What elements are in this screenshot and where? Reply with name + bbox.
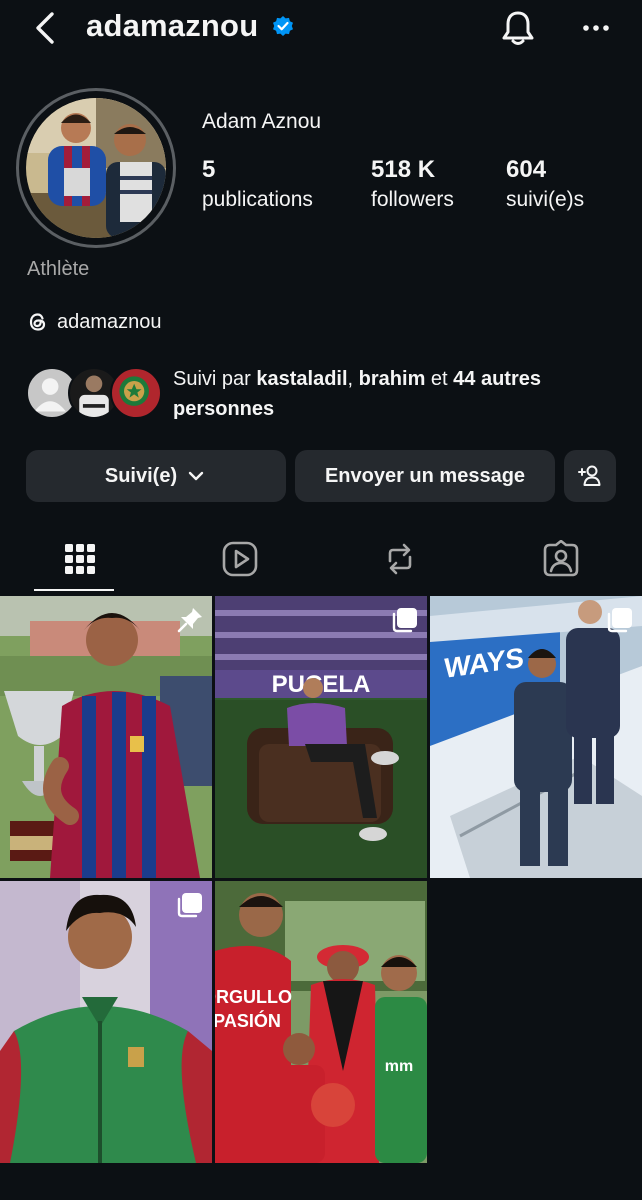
- more-icon[interactable]: [578, 14, 614, 42]
- bell-icon[interactable]: [498, 8, 538, 48]
- post-photo: WAYS: [430, 596, 642, 878]
- stat-following[interactable]: 604 suivi(e)s: [506, 156, 584, 212]
- tab-reposts[interactable]: [325, 528, 475, 590]
- reels-icon: [222, 541, 258, 577]
- avatar[interactable]: [26, 98, 166, 238]
- post-tile-2[interactable]: PUCELA: [215, 596, 427, 878]
- stat-followers-label: followers: [371, 188, 454, 211]
- message-button[interactable]: Envoyer un message: [295, 450, 555, 502]
- post-tile-5[interactable]: ORGULLO PASIÓN mm: [215, 881, 427, 1163]
- following-button[interactable]: Suivi(e): [26, 450, 286, 502]
- stat-posts-label: publications: [202, 188, 313, 211]
- reposts-icon: [388, 543, 412, 575]
- stat-posts-value: 5: [202, 156, 216, 183]
- tab-grid[interactable]: [5, 528, 155, 590]
- profile-category: Athlète: [27, 258, 90, 280]
- followed-by-user-1: kastaladil: [256, 368, 348, 390]
- followed-by-user-2: brahim: [358, 368, 426, 390]
- post-tile-1[interactable]: [0, 596, 212, 878]
- suggest-people-button[interactable]: [564, 450, 616, 502]
- post-tile-3[interactable]: WAYS: [430, 596, 642, 878]
- post-photo: [0, 881, 212, 1163]
- followed-by-sep: ,: [347, 368, 359, 390]
- shirt-text-3: mm: [385, 1058, 413, 1075]
- shirt-text-1: ORGULLO: [215, 987, 292, 1007]
- threads-handle: adamaznou: [57, 310, 162, 333]
- tab-tagged[interactable]: [486, 528, 636, 590]
- grid-icon: [65, 544, 95, 574]
- threads-icon: [29, 313, 46, 331]
- top-bar: adamaznou: [0, 0, 642, 60]
- stat-followers[interactable]: 518 K followers: [371, 156, 454, 212]
- followed-by-conj: et: [425, 368, 454, 390]
- stat-posts[interactable]: 5 publications: [202, 156, 313, 212]
- post-photo: ORGULLO PASIÓN mm: [215, 881, 427, 1163]
- followed-by-text[interactable]: Suivi par kastaladil, brahim et 44 autre…: [173, 364, 623, 424]
- verified-badge-icon: [273, 16, 293, 36]
- multi-photo-icon: [392, 608, 417, 633]
- multi-photo-icon: [177, 893, 202, 918]
- profile-username: adamaznou: [86, 8, 259, 43]
- chevron-down-icon: [188, 471, 204, 481]
- post-tile-4[interactable]: [0, 881, 212, 1163]
- profile-full-name: Adam Aznou: [202, 110, 322, 133]
- stat-following-label: suivi(e)s: [506, 188, 585, 211]
- back-icon[interactable]: [30, 10, 62, 46]
- stat-followers-value: 518 K: [371, 156, 436, 183]
- threads-link[interactable]: adamaznou: [27, 308, 162, 336]
- profile-tabs: [0, 528, 642, 596]
- tab-reels[interactable]: [165, 528, 315, 590]
- post-photo: PUCELA: [215, 596, 427, 878]
- shirt-text-2: PASIÓN: [215, 1010, 281, 1031]
- post-photo: [0, 596, 212, 878]
- tagged-icon: [543, 540, 579, 577]
- active-tab-indicator: [34, 589, 114, 591]
- pin-icon: [177, 608, 202, 633]
- add-person-icon: [578, 465, 601, 486]
- following-label: Suivi(e): [104, 464, 178, 487]
- message-label: Envoyer un message: [324, 464, 526, 487]
- follower-avatar-3: [110, 367, 162, 419]
- followed-by-prefix: Suivi par: [173, 368, 257, 390]
- stat-following-value: 604: [506, 156, 547, 183]
- multi-photo-icon: [607, 608, 632, 633]
